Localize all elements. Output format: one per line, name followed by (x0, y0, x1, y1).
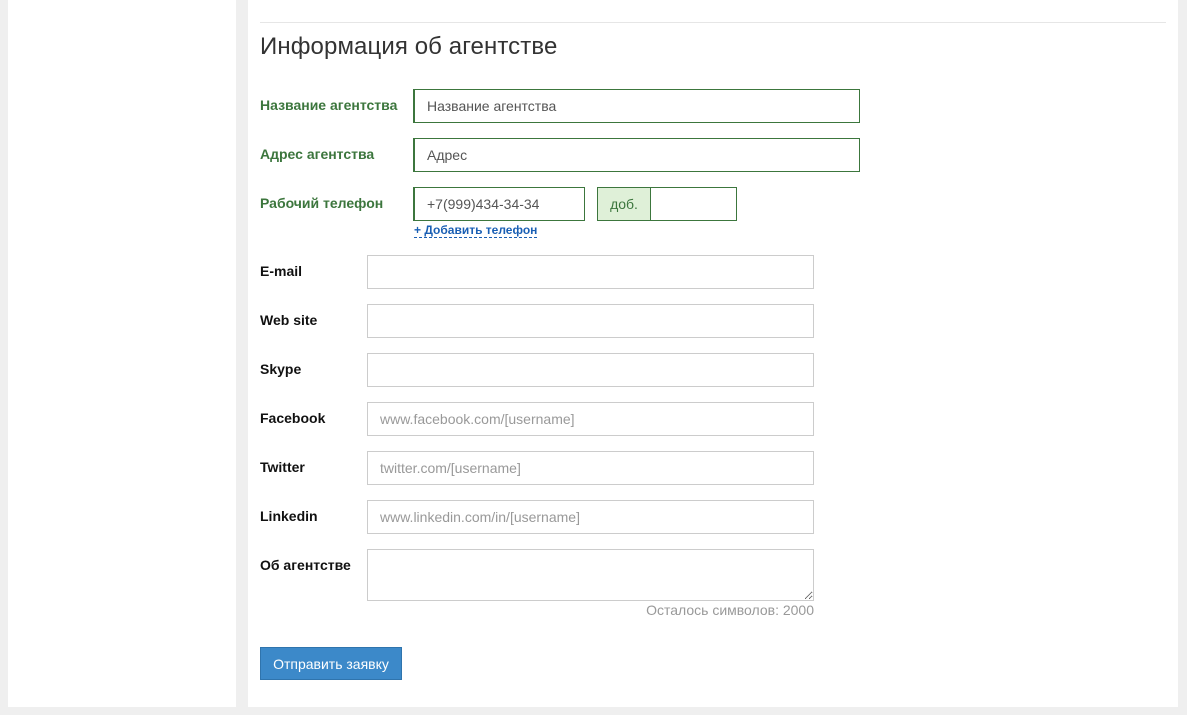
work-phone-input[interactable] (413, 187, 585, 221)
extension-addon: доб. (598, 188, 651, 220)
website-input[interactable] (367, 304, 814, 338)
email-label: E-mail (260, 263, 303, 279)
agency-name-label: Название агентства (260, 97, 398, 113)
skype-input[interactable] (367, 353, 814, 387)
phone-extension-group: доб. (597, 187, 737, 221)
twitter-label: Twitter (260, 459, 305, 475)
website-label: Web site (260, 312, 318, 328)
char-counter: Осталось символов: 2000 (646, 602, 814, 618)
agency-name-input[interactable] (413, 89, 860, 123)
left-sidebar (8, 0, 236, 707)
submit-button[interactable]: Отправить заявку (260, 647, 402, 680)
work-phone-label: Рабочий телефон (260, 195, 384, 211)
phone-extension-input[interactable] (651, 188, 736, 220)
about-label: Об агентстве (260, 557, 351, 573)
skype-label: Skype (260, 361, 302, 377)
twitter-input[interactable] (367, 451, 814, 485)
top-divider (260, 22, 1166, 23)
agency-address-input[interactable] (413, 138, 860, 172)
section-title: Информация об агентстве (260, 33, 558, 60)
agency-address-label: Адрес агентства (260, 146, 375, 162)
linkedin-label: Linkedin (260, 508, 318, 524)
main-panel: Информация об агентстве Название агентст… (248, 0, 1178, 707)
about-textarea[interactable] (367, 549, 814, 601)
linkedin-input[interactable] (367, 500, 814, 534)
add-phone-link[interactable]: + Добавить телефон (414, 223, 538, 238)
facebook-input[interactable] (367, 402, 814, 436)
facebook-label: Facebook (260, 410, 326, 426)
email-input[interactable] (367, 255, 814, 289)
